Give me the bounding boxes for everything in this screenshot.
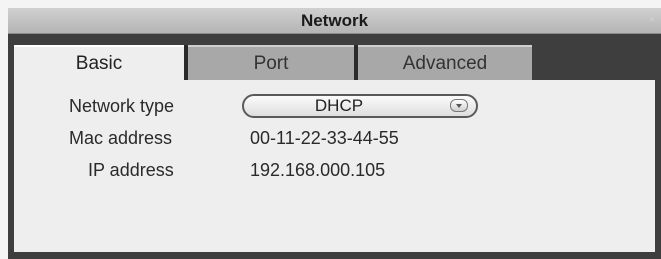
basic-settings-panel: Network type DHCP Mac address 00-11-22-3… [14,80,655,252]
ip-address-value: 192.168.000.105 [250,160,386,180]
mac-address-label: Mac address [69,128,173,148]
window-title: Network [300,11,369,30]
network-type-select[interactable]: DHCP [242,94,478,118]
mac-address-row: Mac address 00-11-22-33-44-55 [14,128,655,152]
network-dialog: Network × Basic Port Advanced Network ty… [8,8,661,259]
network-type-row: Network type DHCP [14,94,655,120]
close-icon[interactable]: × [646,13,658,27]
tab-bar: Basic Port Advanced [8,34,661,82]
network-type-value: DHCP [314,96,364,115]
title-bar[interactable]: Network × [8,8,661,34]
ip-address-label: IP address [88,160,174,180]
chevron-down-icon[interactable] [450,99,468,112]
tab-advanced[interactable]: Advanced [358,45,532,80]
mac-address-value: 00-11-22-33-44-55 [250,128,399,148]
ip-address-row: IP address 192.168.000.105 [14,160,655,184]
network-type-label: Network type [69,96,175,116]
tab-basic[interactable]: Basic [14,45,184,82]
tab-port[interactable]: Port [188,45,354,80]
